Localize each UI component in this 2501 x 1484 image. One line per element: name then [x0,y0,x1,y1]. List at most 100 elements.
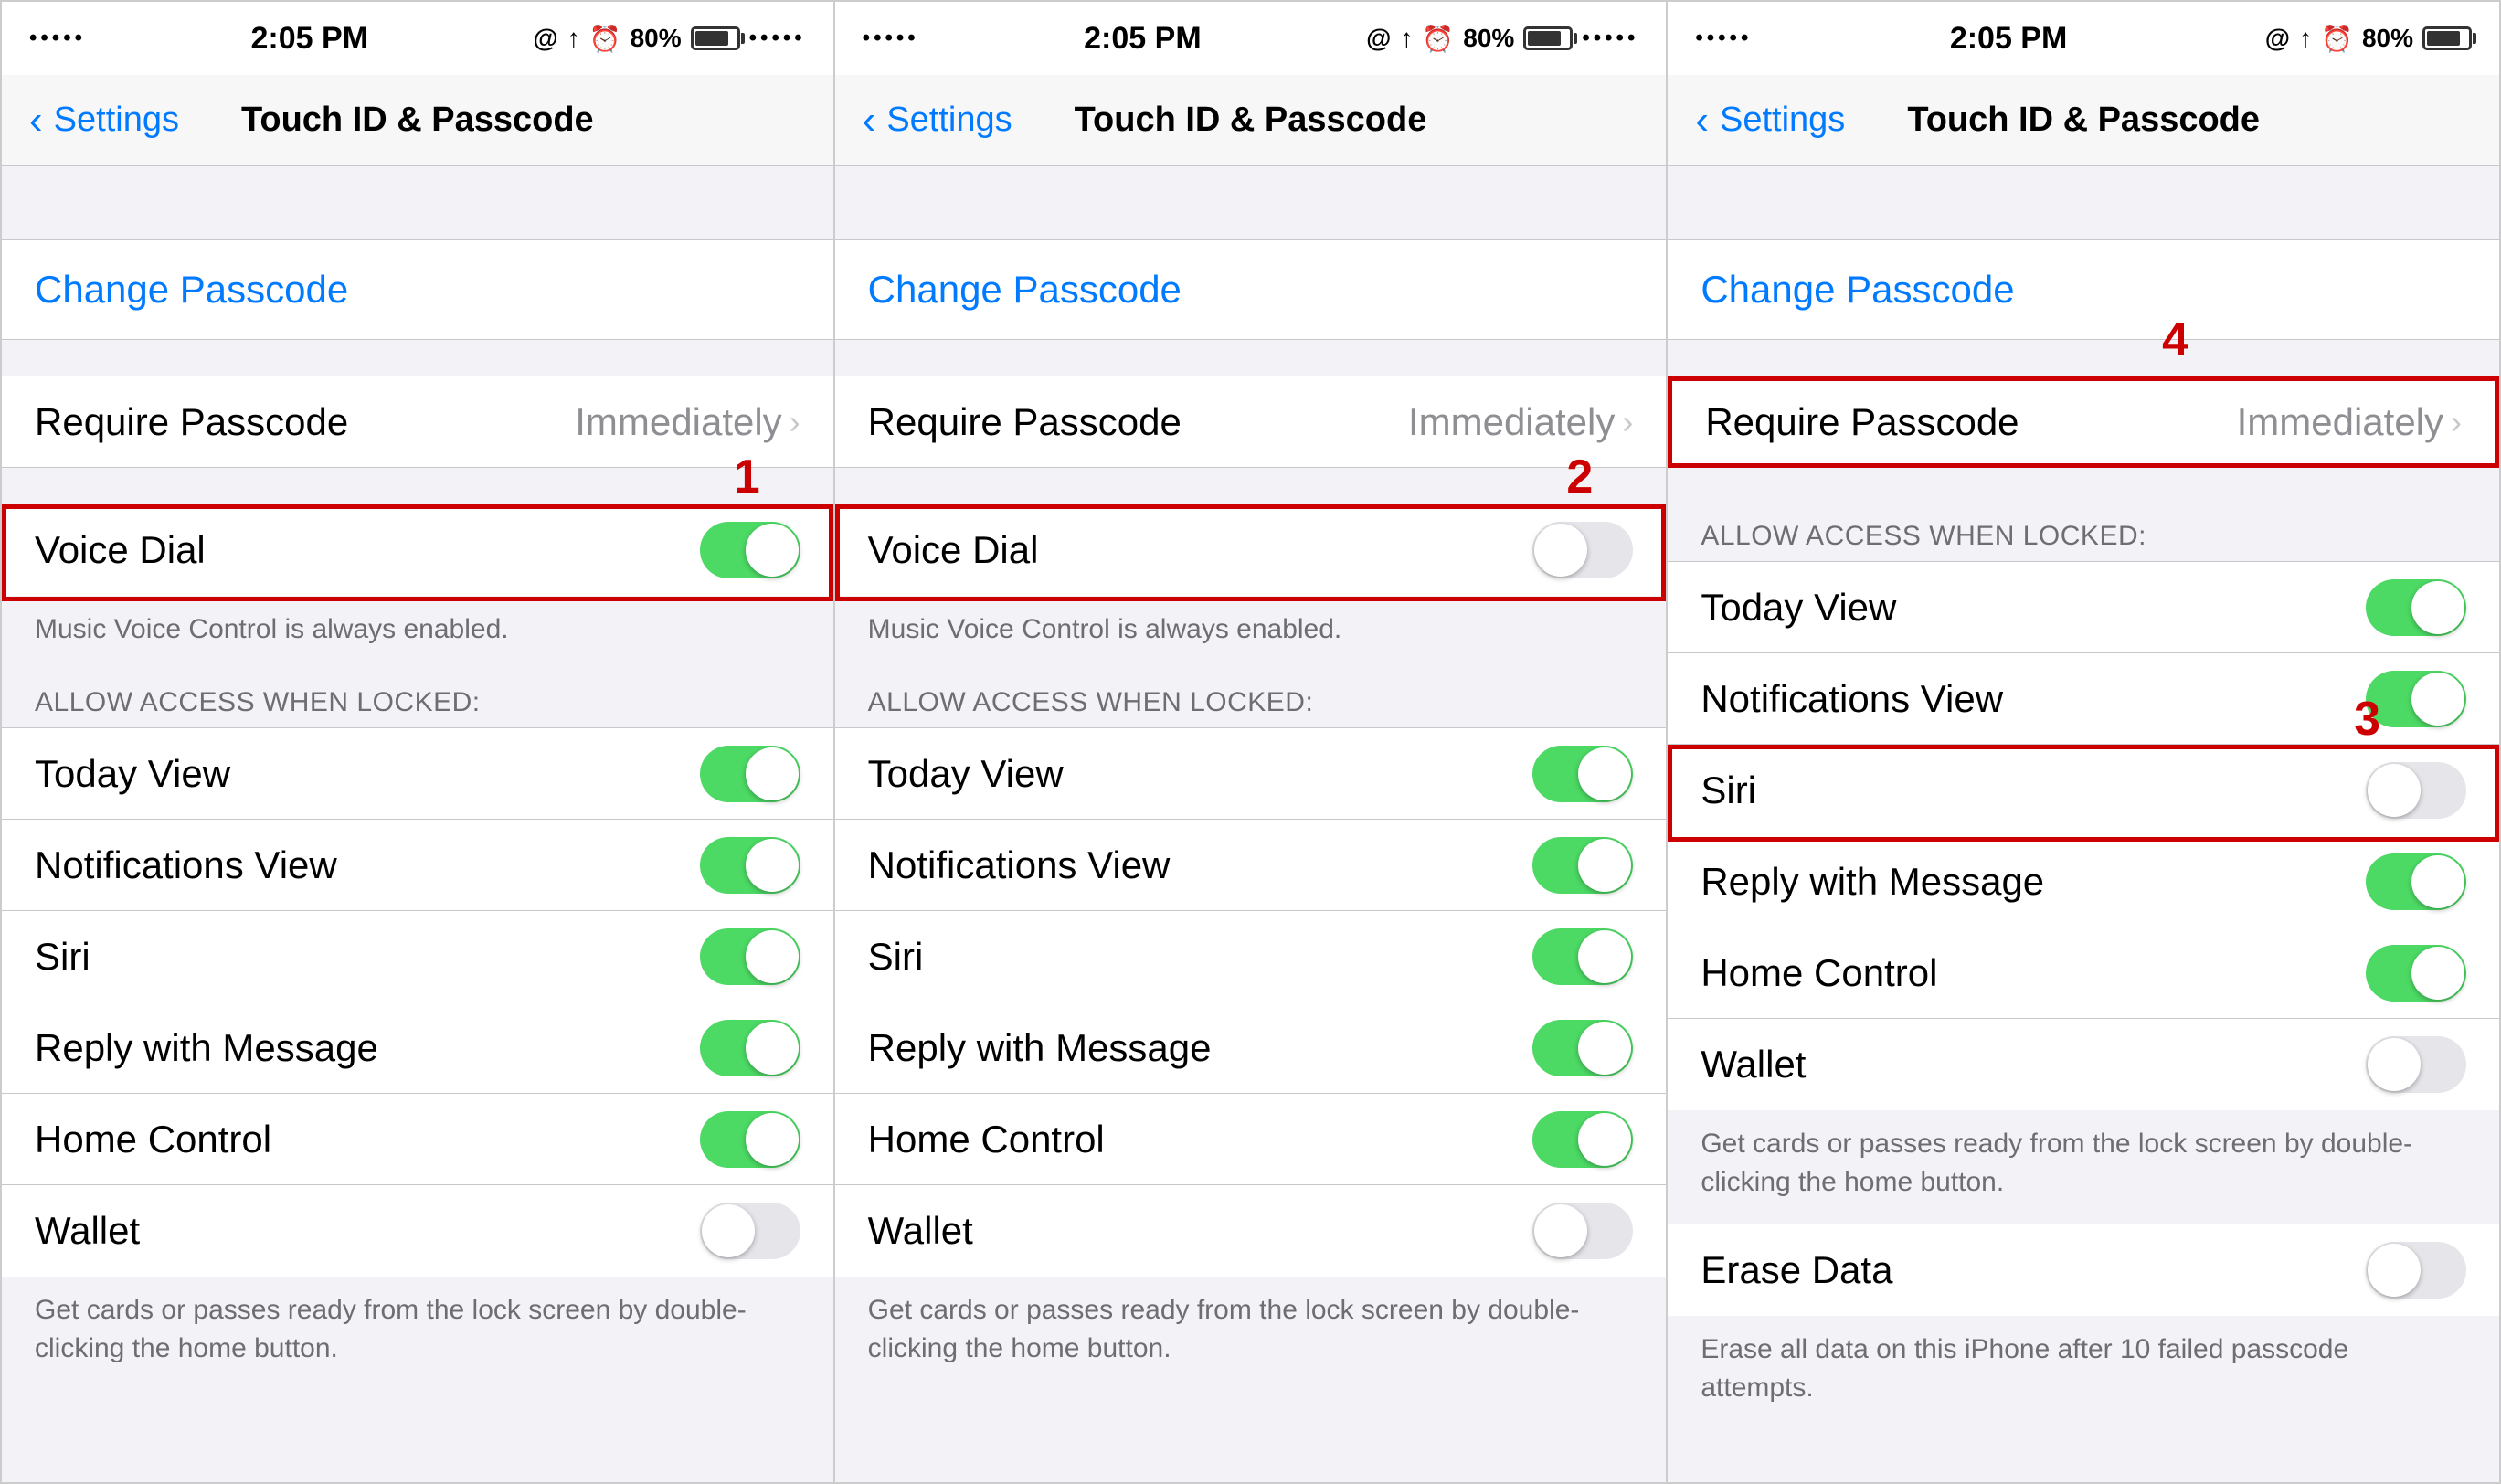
require-passcode-value-1: Immediately › [575,400,800,444]
chevron-back-icon-2: ‹ [863,98,876,143]
home-control-toggle-1[interactable] [700,1111,800,1168]
voice-dial-label-2: Voice Dial [868,528,1039,572]
siri-container-3: 3 Siri [1668,745,2499,836]
today-view-row-1[interactable]: Today View [2,728,833,820]
phone-1: ••••• 2:05 PM @ ↑ ⏰ 80% ••••• ‹ Settings… [2,2,835,1482]
divider-3b [1668,468,2499,504]
battery-icon-2 [1523,26,1573,50]
status-left-2: ••••• [863,26,919,51]
home-control-row-1[interactable]: Home Control [2,1094,833,1185]
time-2: 2:05 PM [1084,21,1202,57]
notif-view-row-1[interactable]: Notifications View [2,820,833,911]
siri-toggle-1[interactable] [700,928,800,985]
settings-group-3: Today View Notifications View 3 Siri [1668,561,2499,1110]
wallet-row-2[interactable]: Wallet [835,1185,1667,1277]
back-label-1: Settings [54,101,179,140]
today-view-label-3: Today View [1701,586,1896,630]
today-view-toggle-3[interactable] [2366,579,2466,636]
voice-dial-row-2[interactable]: Voice Dial [835,504,1667,596]
home-control-toggle-3[interactable] [2366,945,2466,1002]
battery-icon-1 [691,26,740,50]
reply-row-3[interactable]: Reply with Message [1668,836,2499,928]
siri-row-1[interactable]: Siri [2,911,833,1002]
signal-dots-3: ••••• [1695,26,1752,51]
change-passcode-row-1[interactable]: Change Passcode [2,239,833,340]
change-passcode-link-1[interactable]: Change Passcode [35,268,348,311]
home-control-toggle-2[interactable] [1532,1111,1633,1168]
today-view-toggle-2[interactable] [1532,746,1633,802]
annotation-1: 1 [734,450,760,504]
wallet-row-1[interactable]: Wallet [2,1185,833,1277]
reply-toggle-1[interactable] [700,1020,800,1076]
reply-label-1: Reply with Message [35,1026,378,1070]
wallet-toggle-3[interactable] [2366,1036,2466,1093]
notif-view-toggle-2[interactable] [1532,837,1633,894]
today-view-row-3[interactable]: Today View [1668,562,2499,653]
section-header-top-3 [1668,166,2499,239]
voice-dial-toggle-1[interactable] [700,522,800,578]
notif-view-toggle-3[interactable] [2366,671,2466,727]
voice-dial-label-1: Voice Dial [35,528,206,572]
siri-toggle-2[interactable] [1532,928,1633,985]
require-passcode-row-1[interactable]: Require Passcode Immediately › [2,376,833,468]
reply-toggle-3[interactable] [2366,853,2466,910]
require-passcode-text-2: Immediately [1408,400,1615,444]
change-passcode-row-2[interactable]: Change Passcode [835,239,1667,340]
status-right-2: @ ↑ ⏰ 80% ••••• [1366,24,1638,54]
reply-row-1[interactable]: Reply with Message [2,1002,833,1094]
require-passcode-value-3: Immediately › [2237,400,2462,444]
siri-label-2: Siri [868,935,924,979]
today-view-toggle-1[interactable] [700,746,800,802]
status-bar-2: ••••• 2:05 PM @ ↑ ⏰ 80% ••••• [835,2,1667,75]
status-left-1: ••••• [29,26,86,51]
today-view-row-2[interactable]: Today View [835,728,1667,820]
battery-icon-3 [2422,26,2472,50]
change-passcode-row-3[interactable]: Change Passcode [1668,239,2499,340]
erase-data-row-3[interactable]: Erase Data [1668,1224,2499,1316]
voice-dial-row-1[interactable]: Voice Dial [2,504,833,596]
notif-view-label-3: Notifications View [1701,677,2003,721]
siri-row-3[interactable]: Siri [1668,745,2499,836]
home-control-row-2[interactable]: Home Control [835,1094,1667,1185]
wallet-toggle-1[interactable] [700,1203,800,1259]
divider-2a [835,340,1667,376]
status-left-3: ••••• [1695,26,1752,51]
wallet-label-3: Wallet [1701,1043,1806,1086]
location-icon-1: @ [533,24,557,53]
annotation-2: 2 [1566,450,1593,504]
reply-toggle-2[interactable] [1532,1020,1633,1076]
require-passcode-row-3[interactable]: Require Passcode Immediately › [1668,376,2499,468]
change-passcode-link-2[interactable]: Change Passcode [868,268,1182,311]
wallet-row-3[interactable]: Wallet [1668,1019,2499,1110]
back-button-3[interactable]: ‹ Settings [1695,98,1845,143]
voice-dial-toggle-2[interactable] [1532,522,1633,578]
divider-1a [2,340,833,376]
location-icon-2: @ [1366,24,1391,53]
require-passcode-row-2[interactable]: Require Passcode Immediately › [835,376,1667,468]
back-button-1[interactable]: ‹ Settings [29,98,179,143]
voice-dial-container-2: 2 Voice Dial [835,504,1667,596]
signal-dots-1: ••••• [29,26,86,51]
section-label-3: ALLOW ACCESS WHEN LOCKED: [1668,504,2499,561]
siri-row-2[interactable]: Siri [835,911,1667,1002]
notif-view-toggle-1[interactable] [700,837,800,894]
content-2: Change Passcode Require Passcode Immedia… [835,166,1667,1482]
siri-label-3: Siri [1701,768,1756,812]
reply-row-2[interactable]: Reply with Message [835,1002,1667,1094]
home-control-row-3[interactable]: Home Control [1668,928,2499,1019]
time-1: 2:05 PM [250,21,368,57]
section-label-2: ALLOW ACCESS WHEN LOCKED: [835,671,1667,727]
erase-data-toggle-3[interactable] [2366,1242,2466,1298]
alarm-icon-3: ⏰ [2321,24,2353,54]
change-passcode-link-3[interactable]: Change Passcode [1701,268,2014,311]
carrier-dots-2: ••••• [1582,26,1638,51]
section-label-1: ALLOW ACCESS WHEN LOCKED: [2,671,833,727]
siri-toggle-3[interactable] [2366,762,2466,819]
back-button-2[interactable]: ‹ Settings [863,98,1012,143]
location-icon-3: @ [2265,24,2290,53]
divider-3a [1668,340,2499,376]
wallet-toggle-2[interactable] [1532,1203,1633,1259]
chevron-right-icon-3: › [2451,403,2462,441]
notif-view-row-2[interactable]: Notifications View [835,820,1667,911]
battery-percent-3: 80% [2362,24,2413,53]
